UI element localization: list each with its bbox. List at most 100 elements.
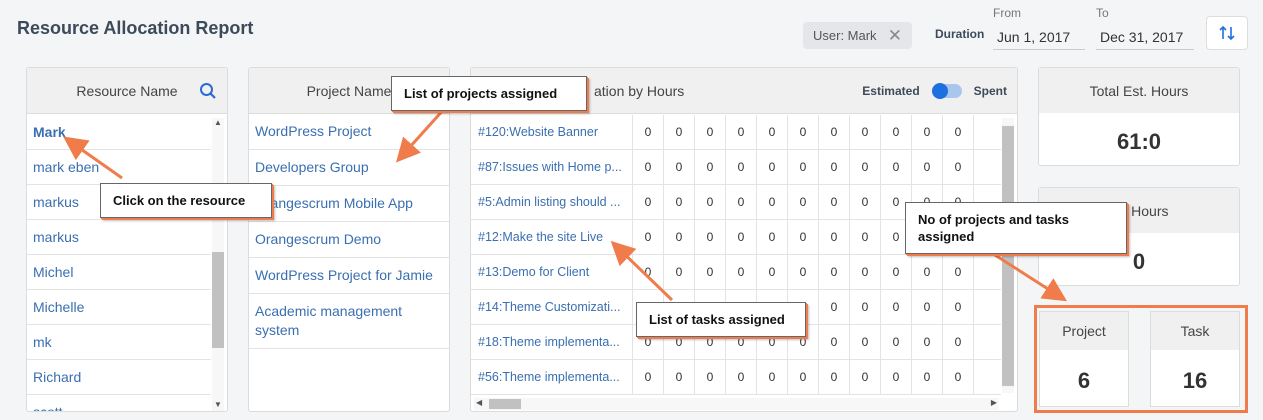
from-date-input[interactable] (993, 24, 1085, 50)
list-item[interactable]: Michel (27, 255, 211, 290)
list-item[interactable]: mk (27, 325, 211, 360)
callout-projects: List of projects assigned (391, 76, 587, 111)
hours-cell: 0 (881, 325, 912, 359)
hours-cell: 0 (943, 115, 974, 149)
list-item[interactable]: scott (27, 395, 211, 411)
hours-cell: 0 (726, 220, 757, 254)
scroll-thumb[interactable] (212, 252, 224, 348)
list-item[interactable]: Michelle (27, 290, 211, 325)
hours-cell: 0 (726, 185, 757, 219)
hours-cell: 0 (664, 255, 695, 289)
hours-cell: 0 (850, 185, 881, 219)
project-header-label: Project Name (306, 82, 392, 99)
list-item[interactable]: Mark (27, 115, 211, 150)
hours-cell: 0 (788, 115, 819, 149)
hours-cell: 0 (819, 325, 850, 359)
list-item[interactable]: Developers Group (249, 150, 449, 186)
hours-cell: 0 (788, 150, 819, 184)
hours-cell: 0 (912, 150, 943, 184)
task-name-cell[interactable]: #12:Make the site Live (471, 220, 633, 254)
sort-button[interactable] (1206, 16, 1248, 50)
task-name-cell[interactable]: #56:Theme implementa... (471, 360, 633, 394)
hours-cell: 0 (788, 360, 819, 394)
scroll-down-icon[interactable]: ▼ (214, 400, 222, 409)
task-name-cell[interactable]: #120:Website Banner (471, 115, 633, 149)
hours-cell: 0 (943, 325, 974, 359)
hours-cell: 0 (819, 115, 850, 149)
hours-cell: 0 (695, 150, 726, 184)
hours-cell: 0 (881, 255, 912, 289)
task-name-cell[interactable]: #13:Demo for Client (471, 255, 633, 289)
callout-resource: Click on the resource (100, 183, 272, 218)
counts-highlight-box (1034, 305, 1248, 413)
hours-cell: 0 (819, 220, 850, 254)
duration-label: Duration (935, 27, 985, 41)
user-filter-chip[interactable]: User: Mark ✕ (803, 22, 912, 49)
hours-cell: 0 (881, 290, 912, 324)
scroll-up-icon[interactable]: ▲ (214, 118, 222, 127)
hours-cell: 0 (881, 360, 912, 394)
estimated-spent-toggle[interactable] (931, 83, 962, 99)
hours-cell: 0 (943, 255, 974, 289)
list-item[interactable]: Orangescrum Demo (249, 222, 449, 258)
task-name-cell[interactable]: #87:Issues with Home p... (471, 150, 633, 184)
hours-cell: 0 (850, 325, 881, 359)
page-title: Resource Allocation Report (17, 18, 254, 38)
table-row: #13:Demo for Client 0 0 0 0 0 0 0 0 0 0 0 (471, 255, 1001, 290)
hours-cell: 0 (757, 360, 788, 394)
search-icon[interactable] (199, 82, 217, 100)
hours-cell: 0 (881, 115, 912, 149)
hours-cell: 0 (788, 185, 819, 219)
hours-cell: 0 (633, 115, 664, 149)
hours-cell: 0 (819, 185, 850, 219)
list-item[interactable]: mark eben (27, 150, 211, 185)
hours-cell: 0 (943, 360, 974, 394)
callout-tasks: List of tasks assigned (636, 302, 806, 337)
hours-cell: 0 (912, 115, 943, 149)
hours-cell: 0 (695, 185, 726, 219)
hours-cell: 0 (633, 255, 664, 289)
hours-cell: 0 (912, 360, 943, 394)
resource-scrollbar[interactable]: ▲ ▼ (212, 118, 224, 411)
scroll-thumb[interactable] (489, 399, 521, 409)
scroll-right-icon[interactable]: ▶ (991, 398, 997, 407)
hours-cell: 0 (726, 150, 757, 184)
list-item[interactable]: WordPress Project (249, 114, 449, 150)
list-item[interactable]: markus (27, 220, 211, 255)
user-chip-label: User: Mark (813, 28, 877, 43)
hours-cell: 0 (695, 220, 726, 254)
task-name-cell[interactable]: #14:Theme Customizati... (471, 290, 633, 324)
scroll-left-icon[interactable]: ◀ (476, 398, 482, 407)
hours-cell: 0 (850, 360, 881, 394)
allocation-header-label: ation by Hours (594, 82, 685, 99)
resource-panel: Resource Name Mark mark eben markus mark… (26, 67, 228, 412)
hours-cell: 0 (850, 115, 881, 149)
hours-cell: 0 (850, 290, 881, 324)
hours-cell: 0 (757, 150, 788, 184)
to-date-input[interactable] (1096, 24, 1194, 50)
task-name-cell[interactable]: #18:Theme implementa... (471, 325, 633, 359)
hours-cell: 0 (850, 255, 881, 289)
hours-cell: 0 (633, 220, 664, 254)
close-icon[interactable]: ✕ (888, 26, 902, 46)
hours-cell: 0 (726, 360, 757, 394)
hours-cell: 0 (943, 290, 974, 324)
total-est-hours-card: Total Est. Hours 61:0 (1038, 67, 1240, 166)
callout-counts: No of projects and tasks assigned (905, 202, 1127, 254)
task-name-cell[interactable]: #5:Admin listing should ... (471, 185, 633, 219)
allocation-vertical-scrollbar[interactable] (1002, 118, 1014, 393)
hours-cell: 0 (757, 220, 788, 254)
list-item[interactable]: WordPress Project for Jamie (249, 258, 449, 294)
list-item[interactable]: Academic management system (249, 294, 449, 349)
hours-cell: 0 (912, 255, 943, 289)
scroll-thumb[interactable] (1002, 126, 1014, 386)
to-label: To (1096, 6, 1109, 20)
list-item[interactable]: Richard (27, 360, 211, 395)
from-label: From (993, 6, 1021, 20)
list-item[interactable]: Orangescrum Mobile App (249, 186, 449, 222)
allocation-horizontal-scrollbar[interactable]: ◀ ▶ (474, 398, 999, 410)
hours-cell: 0 (664, 220, 695, 254)
hours-cell: 0 (788, 220, 819, 254)
toggle-label-spent: Spent (973, 84, 1007, 98)
hours-cell: 0 (788, 255, 819, 289)
